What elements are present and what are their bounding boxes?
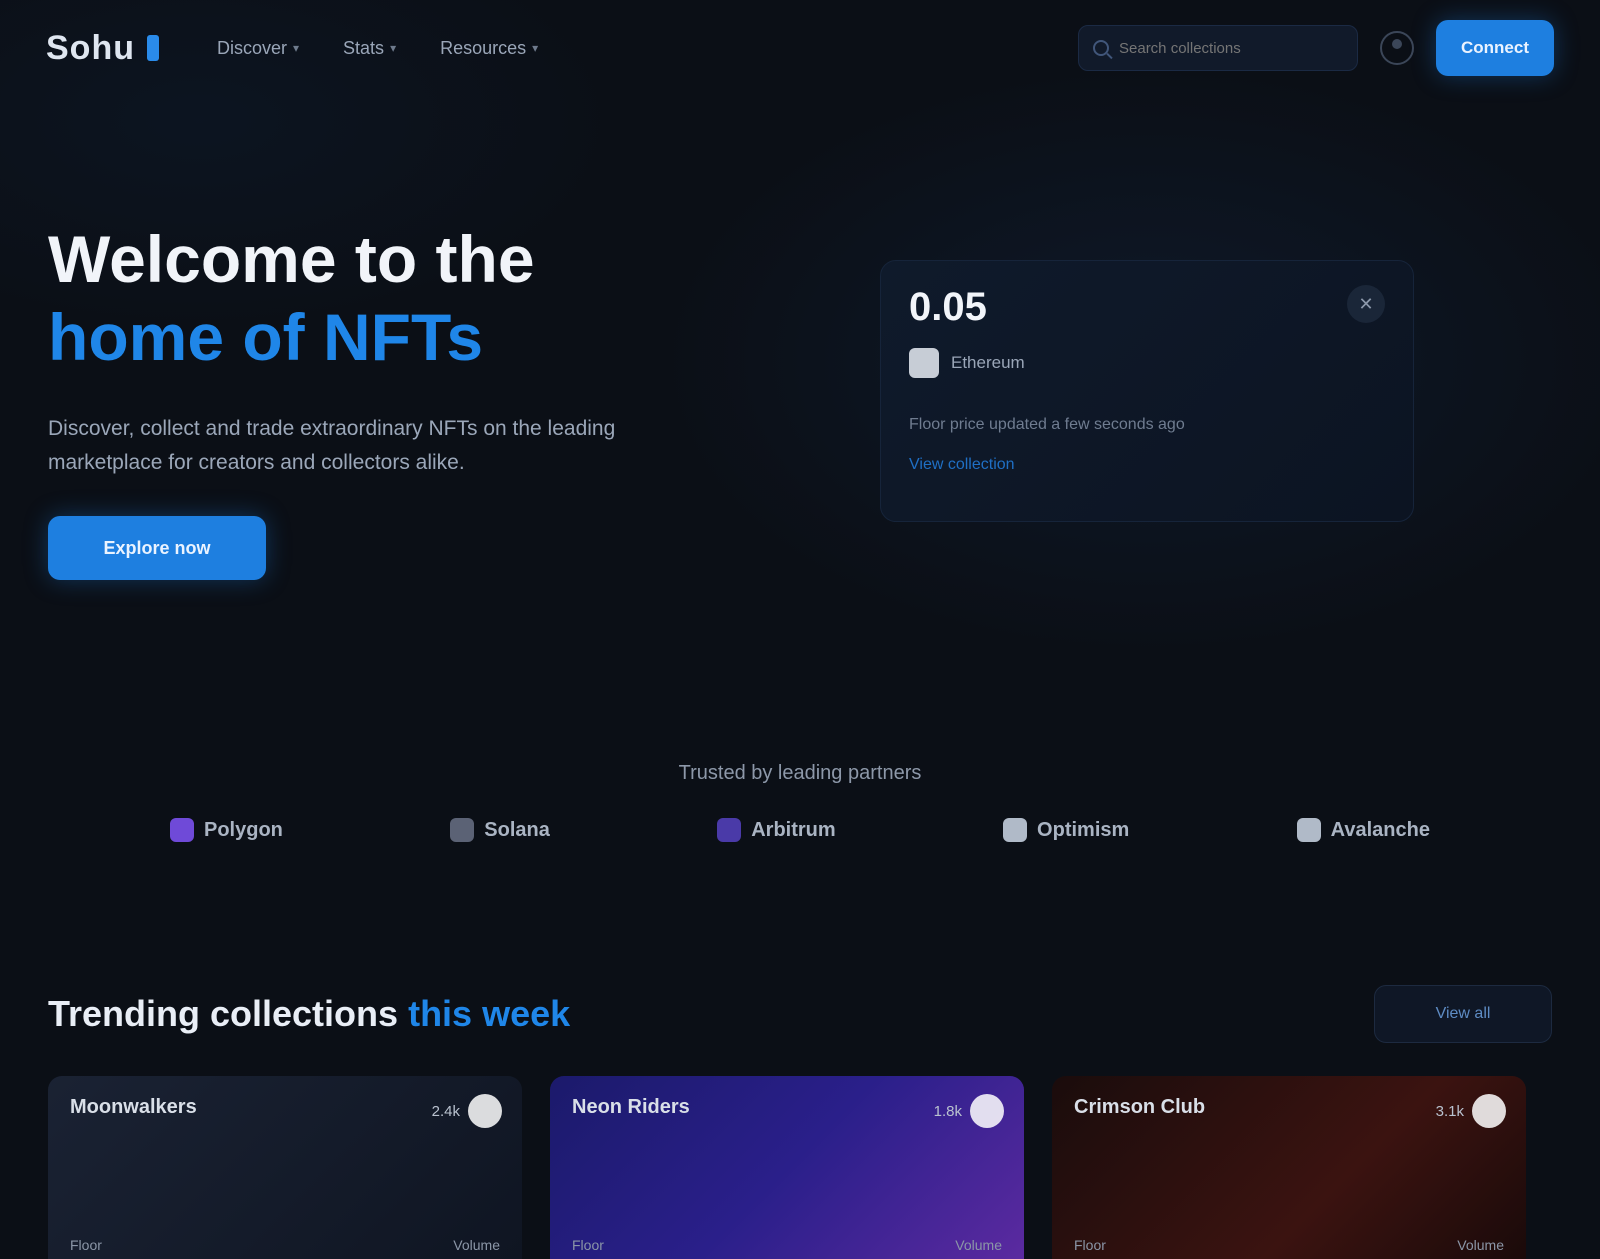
heart-icon[interactable]	[1472, 1094, 1506, 1128]
like-count: 1.8k	[933, 1102, 962, 1120]
heart-icon[interactable]	[970, 1094, 1004, 1128]
search-box	[1078, 25, 1358, 71]
collection-card[interactable]: Neon Riders 1.8k Floor Volume	[550, 1076, 1024, 1259]
card-description: Floor price updated a few seconds ago	[909, 416, 1185, 433]
collection-card[interactable]: Moonwalkers 2.4k Floor Volume	[48, 1076, 522, 1259]
like-count: 3.1k	[1435, 1102, 1464, 1120]
partner-arbitrum[interactable]: Arbitrum	[717, 818, 836, 842]
partner-optimism[interactable]: Optimism	[1003, 818, 1129, 842]
avalanche-icon	[1296, 818, 1321, 842]
like-count: 2.4k	[431, 1102, 460, 1120]
favorite: 2.4k	[432, 1094, 502, 1128]
chevron-down-icon: ▾	[532, 41, 539, 55]
partner-name: Optimism	[1037, 818, 1130, 841]
chevron-down-icon: ▾	[390, 41, 397, 55]
partners-title: Trusted by leading partners	[678, 762, 922, 784]
collection-card[interactable]: Crimson Club 3.1k Floor Volume	[1052, 1076, 1526, 1259]
favorite: 1.8k	[934, 1094, 1004, 1128]
trending-title-plain: Trending collections	[48, 993, 399, 1034]
connect-button[interactable]: Connect	[1436, 20, 1554, 76]
floor-label: Floor	[572, 1237, 604, 1253]
collection-stats: Floor Volume	[70, 1237, 500, 1253]
partners-row: Polygon Solana Arbitrum Optimism Avalanc…	[170, 818, 1430, 842]
hero-subtitle: Discover, collect and trade extraordinar…	[48, 417, 616, 474]
trending-title-accent: this week	[408, 993, 571, 1034]
heart-icon[interactable]	[468, 1094, 502, 1128]
volume-label: Volume	[453, 1237, 500, 1253]
arbitrum-icon	[717, 818, 742, 842]
logo[interactable]: Sohu	[46, 29, 159, 68]
search-icon	[1093, 40, 1109, 56]
view-all-button[interactable]: View all	[1374, 985, 1552, 1043]
partner-name: Avalanche	[1330, 818, 1430, 841]
card-token: Ethereum	[909, 348, 1385, 378]
hero-title-line1: Welcome to the	[48, 222, 535, 296]
partner-name: Polygon	[204, 818, 283, 841]
polygon-icon	[170, 818, 194, 842]
hero-title: Welcome to the home of NFTs	[48, 220, 688, 376]
nav-link-label: Stats	[343, 37, 385, 58]
optimism-icon	[1003, 818, 1028, 842]
trending-cards: Moonwalkers 2.4k Floor Volume Neon Rider…	[48, 1076, 1552, 1259]
partner-polygon[interactable]: Polygon	[170, 818, 283, 842]
floor-label: Floor	[70, 1237, 102, 1253]
volume-label: Volume	[955, 1237, 1002, 1253]
nav-links: Discover ▾ Stats ▾ Resources ▾	[217, 38, 538, 59]
top-nav: Sohu Discover ▾ Stats ▾ Resources ▾ Conn…	[0, 0, 1600, 96]
chevron-down-icon: ▾	[293, 41, 300, 55]
partner-name: Arbitrum	[751, 818, 836, 841]
partner-avalanche[interactable]: Avalanche	[1296, 818, 1430, 842]
floor-label: Floor	[1074, 1237, 1106, 1253]
card-link[interactable]: View collection	[909, 456, 1385, 474]
token-name: Ethereum	[951, 353, 1025, 372]
volume-label: Volume	[1457, 1237, 1504, 1253]
nav-link-discover[interactable]: Discover ▾	[217, 38, 299, 59]
favorite: 3.1k	[1436, 1094, 1506, 1128]
nav-link-label: Resources	[440, 37, 527, 58]
collection-stats: Floor Volume	[1074, 1237, 1504, 1253]
collection-stats: Floor Volume	[572, 1237, 1002, 1253]
partner-solana[interactable]: Solana	[450, 818, 550, 842]
partner-name: Solana	[484, 818, 550, 841]
close-icon[interactable]: ✕	[1347, 285, 1385, 323]
explore-button[interactable]: Explore now	[48, 516, 266, 580]
logo-text: Sohu	[46, 28, 135, 67]
hero: Welcome to the home of NFTs Discover, co…	[48, 220, 688, 580]
background-glow	[0, 0, 1600, 1259]
search-input[interactable]	[1119, 39, 1343, 57]
token-icon	[909, 348, 939, 378]
nav-link-resources[interactable]: Resources ▾	[440, 38, 538, 59]
solana-icon	[450, 818, 475, 842]
hero-title-line2: home of NFTs	[48, 300, 484, 374]
price-card: 0.05 ✕ Ethereum Floor price updated a fe…	[880, 260, 1414, 522]
nav-link-label: Discover	[216, 37, 287, 58]
trending-header: Trending collections this week View all	[48, 985, 1552, 1043]
trending-title: Trending collections this week	[48, 993, 570, 1035]
nav-link-stats[interactable]: Stats ▾	[343, 38, 396, 59]
nav-actions: Connect	[1078, 20, 1554, 76]
logo-mark-icon	[146, 35, 159, 61]
card-price: 0.05	[909, 285, 987, 329]
user-icon[interactable]	[1380, 31, 1414, 65]
